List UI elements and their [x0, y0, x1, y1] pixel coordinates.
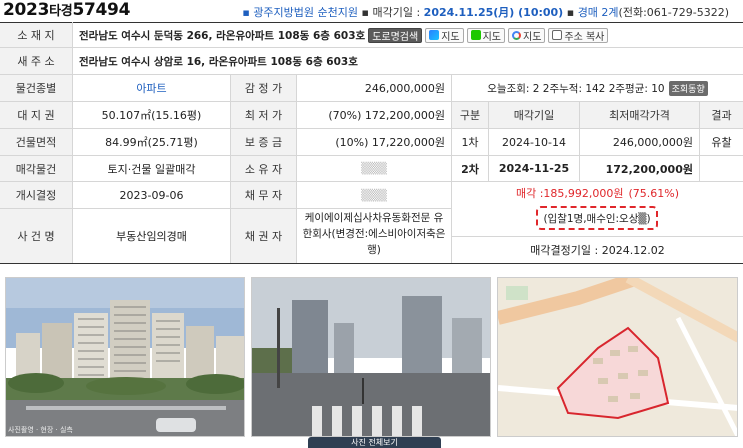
creditor-line-2: 한회사(변경전:에스비아이저축은: [302, 228, 446, 240]
history-row-2-date: 2024-11-25: [498, 162, 570, 175]
case-number: 2023타경57494: [3, 0, 131, 20]
label-debtor: 채 무 자: [231, 182, 296, 208]
cadastral-map: [498, 278, 737, 436]
sale-label: 매각 :: [515, 187, 544, 200]
decision-date: 매각결정기일 : 2024.12.02: [530, 244, 665, 257]
label-location: 소 재 지: [0, 23, 72, 47]
dept-name[interactable]: 경매 2계: [578, 6, 619, 19]
sale-object: 토지·건물 일괄매각: [107, 162, 196, 176]
label-deposit: 보 증 금: [231, 129, 296, 155]
address-text: 전라남도 여수시 둔덕동 266, 라온유아파트 108동 6층 603호: [79, 29, 366, 42]
start-decision: 2023-09-06: [119, 188, 184, 202]
history-row-2-price: 172,200,000원: [605, 162, 693, 176]
creditor-line-1: 케이에이제십사차유동화전문 유: [304, 212, 444, 224]
street-photo: [252, 278, 490, 436]
owner-redacted: ▒▒▒: [361, 162, 387, 175]
history-header-round: 구분: [452, 102, 488, 128]
sale-ratio: (75.61%): [628, 186, 680, 200]
label-building-area: 건물면적: [0, 129, 72, 155]
history-row-1-round: 1차: [461, 136, 479, 149]
history-row-2-round: 2차: [461, 162, 479, 176]
header-bar: 2023타경57494 ▪ 광주지방법원 순천지원 ▪ 매각기일 : 2024.…: [0, 0, 743, 22]
label-sale-object: 매각물건: [0, 156, 72, 181]
court-name[interactable]: 광주지방법원 순천지원: [253, 6, 358, 19]
label-owner: 소 유 자: [231, 156, 296, 181]
location-row: 전라남도 여수시 둔덕동 266, 라온유아파트 108동 6층 603호 도로…: [73, 23, 743, 47]
label-minimum-price: 최 저 가: [231, 102, 296, 128]
history-row-1-price: 246,000,000원: [612, 136, 693, 149]
land-rights: 50.107㎡(15.16평): [101, 109, 202, 122]
history-header-price: 최저매각가격: [580, 102, 699, 128]
appraised-price: 246,000,000원: [364, 82, 445, 95]
bid-info: (입찰1명,매수인:오상▒): [536, 206, 658, 230]
creditor: 케이에이제십사차유동화전문 유 한회사(변경전:에스비아이저축은 행): [297, 210, 451, 262]
photo-map[interactable]: [497, 277, 738, 437]
minimum-price: (70%) 172,200,000원: [328, 109, 445, 122]
deposit: (10%) 17,220,000원: [335, 136, 445, 149]
history-row-1-date: 2024-10-14: [502, 135, 566, 149]
label-new-address: 새 주 소: [0, 48, 72, 74]
history-header-date: 매각기일: [489, 102, 579, 128]
road-search-button[interactable]: 도로명검색: [368, 27, 423, 43]
label-property-type: 물건종별: [0, 75, 72, 101]
history-header-result: 결과: [700, 102, 743, 128]
dept-tel: (전화:061-729-5322): [618, 6, 729, 19]
label-land-rights: 대 지 권: [0, 102, 72, 128]
photo-building-exterior[interactable]: 사진촬영 · 현장 · 실측: [5, 277, 245, 437]
view-stats-text: 오늘조회: 2 2주누적: 142 2주평균: 10: [487, 82, 665, 95]
map-button-2[interactable]: 지도: [466, 27, 505, 43]
auction-date: 2024.11.25(月) (10:00): [423, 6, 564, 19]
label-creditor: 채 권 자: [231, 209, 296, 263]
history-row-1-result: 유찰: [711, 136, 732, 149]
debtor-redacted: ▒▒▒: [361, 188, 387, 202]
auction-date-label: 매각기일 :: [372, 6, 421, 19]
naver-icon: [470, 30, 481, 40]
label-appraised-price: 감 정 가: [231, 75, 296, 101]
creditor-line-3: 행): [367, 244, 381, 256]
view-stats-button[interactable]: 조회동향: [668, 80, 708, 96]
view-stats: 오늘조회: 2 2주누적: 142 2주평균: 10 조회동향: [452, 75, 743, 101]
case-name: 부동산임의경매: [116, 230, 187, 243]
sale-result: 매각 : 185,992,000원 (75.61%): [452, 182, 743, 204]
map-button-1[interactable]: 지도: [425, 27, 464, 43]
google-icon: [512, 30, 521, 40]
copy-address-button[interactable]: 주소 복사: [548, 27, 609, 43]
case-meta: ▪ 광주지방법원 순천지원 ▪ 매각기일 : 2024.11.25(月) (10…: [242, 6, 729, 19]
photo-street-view[interactable]: [251, 277, 491, 437]
label-start-decision: 개시결정: [0, 182, 72, 208]
history-row-2-result: [700, 156, 743, 181]
map-button-3[interactable]: 지도: [508, 27, 546, 43]
building-area: 84.99㎡(25.71평): [105, 136, 198, 149]
apartment-photo: [6, 278, 244, 436]
new-address-text: 전라남도 여수시 상암로 16, 라온유아파트 108동 6층 603호: [79, 55, 358, 68]
copy-icon: [552, 30, 563, 40]
photo-caption: 사진촬영 · 현장 · 실측: [8, 426, 73, 434]
sale-price: 185,992,000원: [543, 187, 624, 200]
map-provider-icon: [429, 30, 440, 40]
property-type[interactable]: 아파트: [73, 75, 230, 101]
view-all-photos-button[interactable]: 사진 전체보기: [308, 437, 441, 448]
label-case-name: 사 건 명: [0, 209, 72, 263]
